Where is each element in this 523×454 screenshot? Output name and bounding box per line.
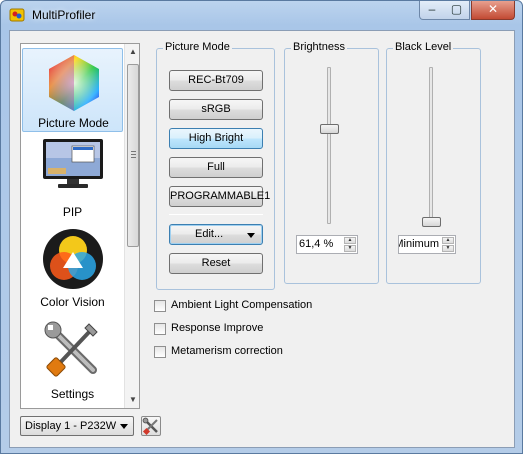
- spin-down-arrow-icon[interactable]: ▼: [442, 245, 454, 252]
- brightness-slider-track[interactable]: [327, 67, 331, 224]
- edit-button[interactable]: Edit...: [169, 224, 263, 245]
- tools-icon: [44, 321, 98, 377]
- edit-button-label: Edit...: [195, 228, 224, 240]
- close-button[interactable]: ✕: [471, 1, 515, 20]
- scroll-down-arrow-icon[interactable]: ▼: [125, 392, 139, 408]
- sidebar-item-label: PIP: [62, 205, 83, 219]
- dropdown-arrow-icon: [120, 424, 128, 429]
- color-hexagon-icon: [49, 55, 99, 111]
- metamerism-label: Metamerism correction: [171, 345, 283, 357]
- tools-button[interactable]: [141, 416, 161, 436]
- dropdown-arrow-icon: [247, 233, 255, 238]
- sidebar-item-picture-mode[interactable]: Picture Mode: [22, 48, 123, 132]
- response-improve-checkbox[interactable]: [154, 323, 166, 335]
- tools-icon: [142, 417, 158, 435]
- spin-up-arrow-icon[interactable]: ▲: [442, 237, 454, 244]
- brightness-slider-thumb[interactable]: [320, 124, 339, 134]
- brightness-spinbox[interactable]: 61,4 % ▲ ▼: [296, 235, 358, 254]
- ambient-light-checkbox[interactable]: [154, 300, 166, 312]
- scroll-up-arrow-icon[interactable]: ▲: [125, 44, 139, 60]
- picture-mode-title: Picture Mode: [163, 41, 232, 53]
- maximize-button[interactable]: ▢: [444, 1, 470, 20]
- metamerism-checkbox[interactable]: [154, 346, 166, 358]
- mode-button-high-bright[interactable]: High Bright: [169, 128, 263, 149]
- sidebar-item-pip[interactable]: PIP: [22, 138, 123, 222]
- window-title: MultiProfiler: [32, 8, 96, 22]
- black-level-slider-track[interactable]: [429, 67, 433, 224]
- brightness-group: Brightness 61,4 % ▲ ▼: [284, 41, 379, 284]
- spin-up-arrow-icon[interactable]: ▲: [344, 237, 356, 244]
- sidebar-item-label: Settings: [50, 387, 95, 401]
- reset-button[interactable]: Reset: [169, 253, 263, 274]
- brightness-value: 61,4 %: [299, 238, 334, 250]
- black-level-value: Minimum: [399, 238, 439, 250]
- black-level-group: Black Level Minimum ▲ ▼: [386, 41, 481, 284]
- mode-button-programmable1[interactable]: PROGRAMMABLE1: [169, 186, 270, 207]
- sidebar-item-label: Color Vision: [40, 295, 105, 309]
- response-improve-label: Response Improve: [171, 322, 264, 334]
- display-select[interactable]: Display 1 - P232W: [20, 416, 134, 436]
- sidebar-item-color-vision[interactable]: Color Vision: [22, 228, 123, 312]
- ambient-light-option[interactable]: Ambient Light Compensation: [154, 299, 354, 314]
- response-improve-option[interactable]: Response Improve: [154, 322, 354, 337]
- metamerism-option[interactable]: Metamerism correction: [154, 345, 354, 360]
- sidebar: Picture Mode PIP Color Vision Settings ▲…: [20, 43, 140, 409]
- color-vision-icon: [43, 229, 103, 289]
- display-select-value: Display 1 - P232W: [25, 420, 117, 432]
- minimize-button[interactable]: –: [419, 1, 445, 20]
- sidebar-item-label: Picture Mode: [38, 116, 109, 130]
- spin-down-arrow-icon[interactable]: ▼: [344, 245, 356, 252]
- app-logo-icon: [9, 8, 25, 22]
- client-area: Picture Mode PIP Color Vision Settings ▲…: [9, 30, 515, 448]
- black-level-spinbox[interactable]: Minimum ▲ ▼: [398, 235, 456, 254]
- mode-button-full[interactable]: Full: [169, 157, 263, 178]
- mode-button-srgb[interactable]: sRGB: [169, 99, 263, 120]
- picture-mode-group: Picture Mode REC-Bt709 sRGB High Bright …: [156, 41, 275, 290]
- sidebar-item-settings[interactable]: Settings: [22, 318, 123, 402]
- scroll-thumb[interactable]: [127, 64, 139, 247]
- grip-icon: [131, 151, 136, 158]
- title-bar[interactable]: MultiProfiler – ▢ ✕: [1, 1, 522, 29]
- separator: [169, 214, 263, 215]
- sidebar-scrollbar[interactable]: ▲ ▼: [124, 44, 139, 408]
- app-window: MultiProfiler – ▢ ✕ Picture Mode PIP Col…: [0, 0, 523, 454]
- black-level-title: Black Level: [393, 41, 454, 53]
- monitor-icon: [43, 139, 103, 188]
- black-level-slider-thumb[interactable]: [422, 217, 441, 227]
- mode-button-rec-bt709[interactable]: REC-Bt709: [169, 70, 263, 91]
- ambient-light-label: Ambient Light Compensation: [171, 299, 313, 311]
- brightness-title: Brightness: [291, 41, 347, 53]
